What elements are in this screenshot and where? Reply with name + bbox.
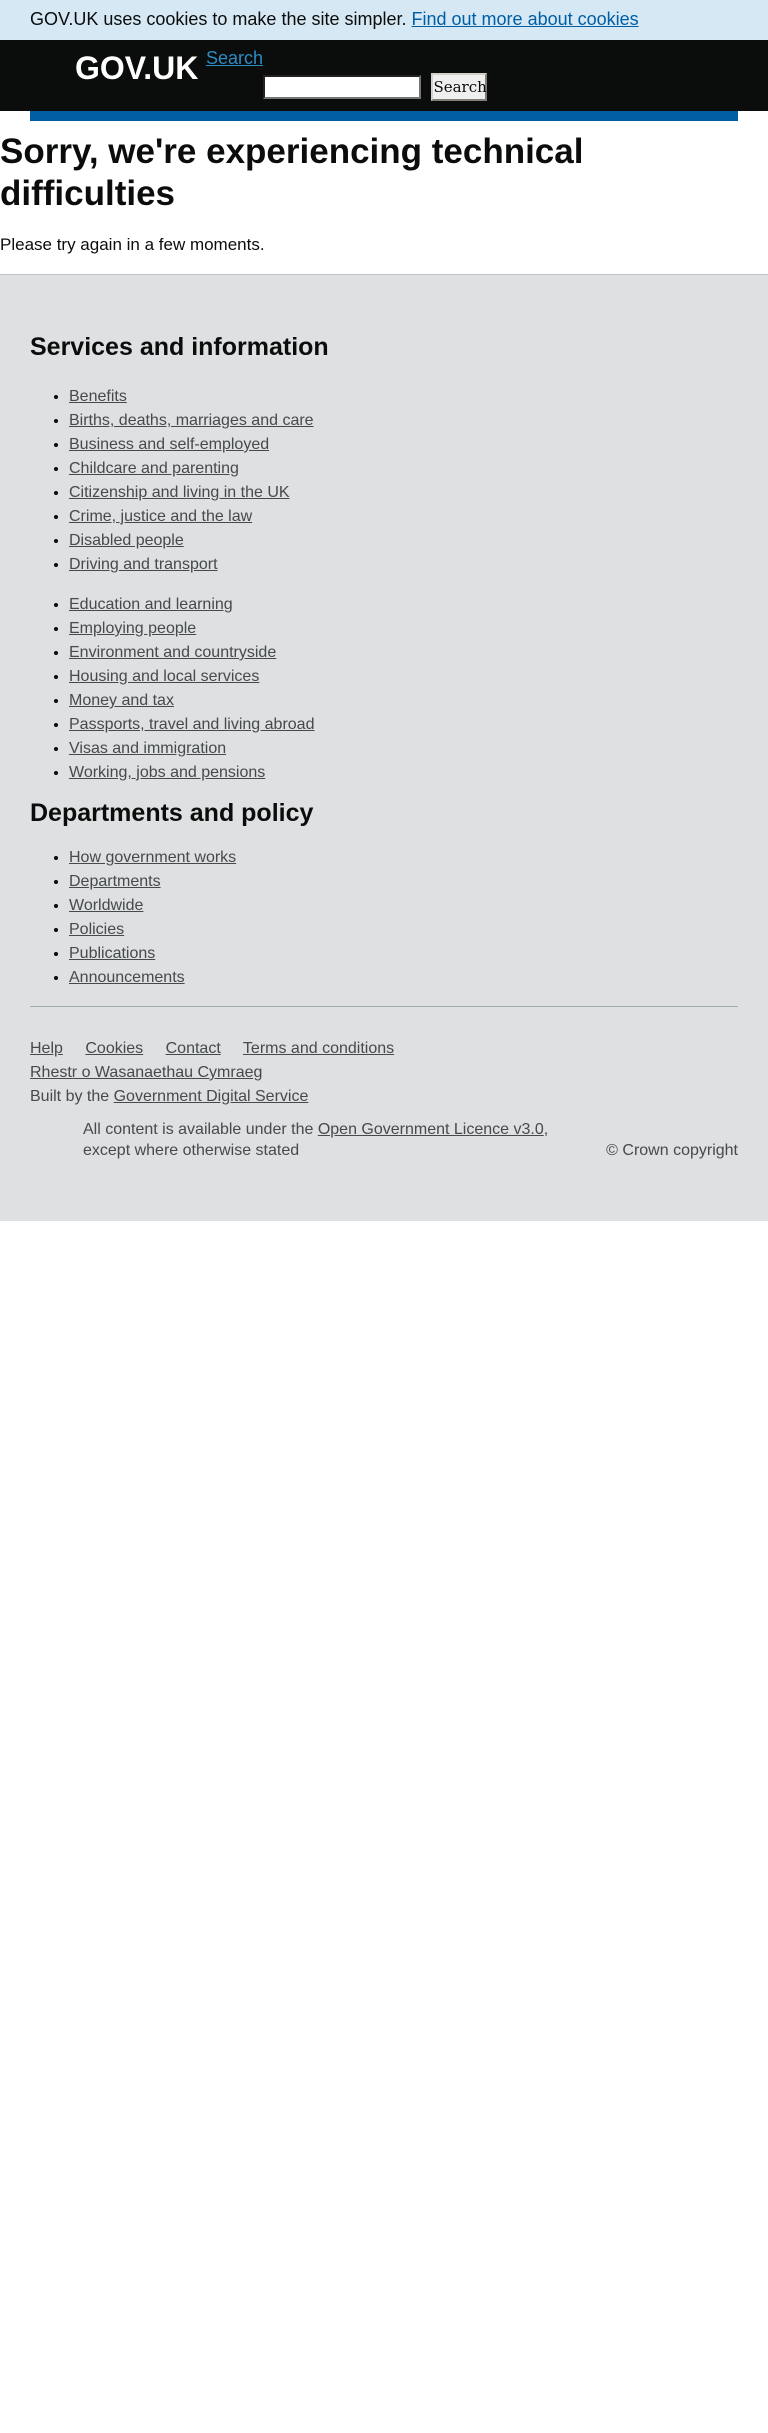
- list-item: Publications: [69, 942, 738, 966]
- govuk-logo-link[interactable]: GOV.UK: [75, 50, 198, 87]
- list-item: Announcements: [69, 966, 738, 990]
- footer-link-passports[interactable]: Passports, travel and living abroad: [69, 716, 314, 733]
- services-list: Benefits Births, deaths, marriages and c…: [30, 385, 738, 577]
- footer-link-money[interactable]: Money and tax: [69, 692, 174, 709]
- licence-row: All content is available under the Open …: [30, 1119, 738, 1161]
- footer-link-announcements[interactable]: Announcements: [69, 969, 185, 986]
- list-item: Policies: [69, 918, 738, 942]
- welsh-services-row: Rhestr o Wasanaethau Cymraeg: [30, 1061, 738, 1085]
- list-item: Environment and countryside: [69, 641, 738, 665]
- list-item: Worldwide: [69, 894, 738, 918]
- licence-text-line2: except where otherwise stated: [83, 1142, 300, 1159]
- footer-link-benefits[interactable]: Benefits: [69, 388, 127, 405]
- cookie-banner-text: GOV.UK uses cookies to make the site sim…: [30, 9, 407, 29]
- crown-copyright: © Crown copyright: [606, 1142, 738, 1159]
- footer-link-terms[interactable]: Terms and conditions: [243, 1040, 394, 1057]
- footer-link-welsh-services[interactable]: Rhestr o Wasanaethau Cymraeg: [30, 1064, 262, 1081]
- services-list-2: Education and learning Employing people …: [30, 593, 738, 785]
- list-item: Passports, travel and living abroad: [69, 713, 738, 737]
- list-item: Driving and transport: [69, 553, 738, 577]
- list-item: Childcare and parenting: [69, 457, 738, 481]
- list-item: Housing and local services: [69, 665, 738, 689]
- footer-link-policies[interactable]: Policies: [69, 921, 124, 938]
- search-toggle-link[interactable]: Search: [206, 48, 263, 69]
- footer-link-environment[interactable]: Environment and countryside: [69, 644, 276, 661]
- search-input[interactable]: [263, 75, 421, 99]
- list-item: Departments: [69, 870, 738, 894]
- footer-link-births[interactable]: Births, deaths, marriages and care: [69, 412, 314, 429]
- footer-link-how-government-works[interactable]: How government works: [69, 849, 236, 866]
- footer-link-worldwide[interactable]: Worldwide: [69, 897, 143, 914]
- search-button[interactable]: Search: [431, 73, 488, 101]
- site-header: GOV.UK Search Search: [0, 40, 768, 111]
- footer-link-cookies[interactable]: Cookies: [85, 1040, 143, 1057]
- list-item: Employing people: [69, 617, 738, 641]
- list-item: Money and tax: [69, 689, 738, 713]
- page-title: Sorry, we're experiencing technical diff…: [0, 132, 584, 213]
- site-footer: Services and information Benefits Births…: [0, 275, 768, 1221]
- list-item: Education and learning: [69, 593, 738, 617]
- footer-link-departments[interactable]: Departments: [69, 873, 161, 890]
- footer-link-business[interactable]: Business and self-employed: [69, 436, 269, 453]
- list-item: Visas and immigration: [69, 737, 738, 761]
- footer-link-crime[interactable]: Crime, justice and the law: [69, 508, 252, 525]
- footer-link-citizenship[interactable]: Citizenship and living in the UK: [69, 484, 290, 501]
- header-blue-bar: [30, 111, 738, 121]
- footer-divider: [30, 1006, 738, 1007]
- list-item: Births, deaths, marriages and care: [69, 409, 738, 433]
- footer-link-housing[interactable]: Housing and local services: [69, 668, 259, 685]
- footer-link-employing[interactable]: Employing people: [69, 620, 196, 637]
- departments-title: Departments and policy: [30, 799, 314, 827]
- footer-link-childcare[interactable]: Childcare and parenting: [69, 460, 239, 477]
- cookie-info-link[interactable]: Find out more about cookies: [412, 9, 639, 29]
- list-item: Crime, justice and the law: [69, 505, 738, 529]
- services-title: Services and information: [30, 333, 329, 361]
- footer-support-links: Help Cookies Contact Terms and condition…: [30, 1037, 738, 1061]
- footer-link-contact[interactable]: Contact: [166, 1040, 221, 1057]
- built-by-row: Built by the Government Digital Service: [30, 1085, 738, 1109]
- list-item: Benefits: [69, 385, 738, 409]
- licence-comma: ,: [543, 1121, 549, 1138]
- list-item: Business and self-employed: [69, 433, 738, 457]
- departments-list: How government works Departments Worldwi…: [30, 846, 738, 990]
- error-message: Please try again in a few moments.: [0, 235, 265, 254]
- list-item: Disabled people: [69, 529, 738, 553]
- footer-link-ogl[interactable]: Open Government Licence v3.0: [318, 1121, 544, 1138]
- footer-link-disabled[interactable]: Disabled people: [69, 532, 184, 549]
- list-item: Working, jobs and pensions: [69, 761, 738, 785]
- licence-text: All content is available under the: [83, 1121, 314, 1138]
- footer-link-visas[interactable]: Visas and immigration: [69, 740, 226, 757]
- list-item: Citizenship and living in the UK: [69, 481, 738, 505]
- footer-link-driving[interactable]: Driving and transport: [69, 556, 218, 573]
- footer-link-gds[interactable]: Government Digital Service: [114, 1088, 309, 1105]
- footer-link-publications[interactable]: Publications: [69, 945, 155, 962]
- footer-link-help[interactable]: Help: [30, 1040, 63, 1057]
- list-item: How government works: [69, 846, 738, 870]
- footer-link-education[interactable]: Education and learning: [69, 596, 233, 613]
- search-form: Search: [263, 73, 488, 101]
- cookie-banner: GOV.UK uses cookies to make the site sim…: [0, 0, 768, 40]
- main-content: Sorry, we're experiencing technical diff…: [0, 121, 768, 275]
- footer-link-working[interactable]: Working, jobs and pensions: [69, 764, 265, 781]
- built-by-text: Built by the: [30, 1088, 110, 1105]
